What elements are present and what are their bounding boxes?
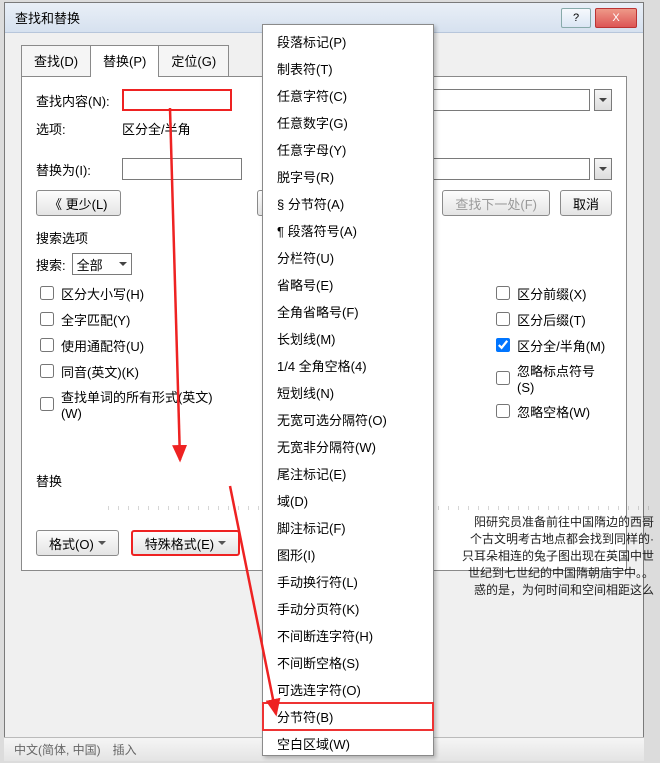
check-right-3[interactable]: 忽略标点符号(S) (492, 361, 612, 395)
menu-item-4[interactable]: 任意字母(Y) (263, 136, 433, 163)
menu-item-2[interactable]: 任意字符(C) (263, 82, 433, 109)
menu-item-1[interactable]: 制表符(T) (263, 55, 433, 82)
right-checks: 区分前缀(X) 区分后缀(T) 区分全/半角(M) 忽略标点符号(S) 忽略空格(W) (492, 283, 612, 421)
chevron-down-icon (119, 262, 127, 270)
menu-item-12[interactable]: 1/4 全角空格(4) (263, 352, 433, 379)
close-button[interactable]: X (595, 8, 637, 28)
menu-item-23[interactable]: 不间断空格(S) (263, 649, 433, 676)
menu-item-16[interactable]: 尾注标记(E) (263, 460, 433, 487)
menu-item-14[interactable]: 无宽可选分隔符(O) (263, 406, 433, 433)
tab-find[interactable]: 查找(D) (21, 45, 91, 76)
less-button[interactable]: 《 更少(L) (36, 190, 121, 216)
menu-item-0[interactable]: 段落标记(P) (263, 28, 433, 55)
replace-input[interactable] (426, 158, 590, 180)
find-history-drop[interactable] (594, 89, 612, 111)
tab-goto[interactable]: 定位(G) (158, 45, 229, 76)
options-value: 区分全/半角 (122, 119, 191, 138)
options-label: 选项: (36, 119, 116, 138)
left-checks: 区分大小写(H) 全字匹配(Y) 使用通配符(U) 同音(英文)(K) 查找单词的所有形… (36, 283, 233, 421)
check-right-0[interactable]: 区分前缀(X) (492, 283, 612, 303)
find-input-ext[interactable] (426, 89, 590, 111)
format-button[interactable]: 格式(O) (36, 530, 119, 556)
menu-item-20[interactable]: 手动换行符(L) (263, 568, 433, 595)
find-input[interactable] (122, 89, 232, 111)
check-right-1[interactable]: 区分后缀(T) (492, 309, 612, 329)
search-direction-value: 全部 (77, 255, 103, 274)
search-direction-select[interactable]: 全部 (72, 253, 132, 275)
find-label: 查找内容(N): (36, 91, 116, 110)
menu-item-25[interactable]: 分节符(B) (263, 703, 433, 730)
menu-item-18[interactable]: 脚注标记(F) (263, 514, 433, 541)
replace-history-drop[interactable] (594, 158, 612, 180)
status-mode: 插入 (113, 741, 137, 758)
menu-item-8[interactable]: 分栏符(U) (263, 244, 433, 271)
check-left-1[interactable]: 全字匹配(Y) (36, 309, 233, 329)
menu-item-24[interactable]: 可选连字符(O) (263, 676, 433, 703)
menu-item-3[interactable]: 任意数字(G) (263, 109, 433, 136)
menu-item-5[interactable]: 脱字号(R) (263, 163, 433, 190)
window-controls: ? X (561, 8, 637, 28)
check-left-3[interactable]: 同音(英文)(K) (36, 361, 233, 381)
chevron-down-icon (98, 541, 106, 549)
tab-replace[interactable]: 替换(P) (90, 45, 159, 76)
menu-item-9[interactable]: 省略号(E) (263, 271, 433, 298)
check-left-2[interactable]: 使用通配符(U) (36, 335, 233, 355)
check-left-4[interactable]: 查找单词的所有形式(英文)(W) (36, 387, 233, 421)
menu-item-13[interactable]: 短划线(N) (263, 379, 433, 406)
menu-item-10[interactable]: 全角省略号(F) (263, 298, 433, 325)
check-left-0[interactable]: 区分大小写(H) (36, 283, 233, 303)
help-button[interactable]: ? (561, 8, 591, 28)
replace-label: 替换为(I): (36, 160, 116, 179)
replace-input-a[interactable] (122, 158, 242, 180)
find-next-button[interactable]: 查找下一处(F) (442, 190, 550, 216)
menu-item-6[interactable]: § 分节符(A) (263, 190, 433, 217)
menu-item-7[interactable]: ¶ 段落符号(A) (263, 217, 433, 244)
format-button-label: 格式(O) (49, 534, 94, 553)
status-language: 中文(简体, 中国) (14, 741, 101, 758)
menu-item-11[interactable]: 长划线(M) (263, 325, 433, 352)
title-text: 查找和替换 (15, 8, 80, 27)
check-right-4[interactable]: 忽略空格(W) (492, 401, 612, 421)
menu-item-26[interactable]: 空白区域(W) (263, 730, 433, 757)
menu-item-21[interactable]: 手动分页符(K) (263, 595, 433, 622)
menu-item-17[interactable]: 域(D) (263, 487, 433, 514)
check-right-2[interactable]: 区分全/半角(M) (492, 335, 612, 355)
cancel-button[interactable]: 取消 (560, 190, 612, 216)
menu-item-15[interactable]: 无宽非分隔符(W) (263, 433, 433, 460)
special-format-menu[interactable]: 段落标记(P)制表符(T)任意字符(C)任意数字(G)任意字母(Y)脱字号(R)… (262, 24, 434, 756)
search-direction-label: 搜索: (36, 255, 66, 274)
menu-item-19[interactable]: 图形(I) (263, 541, 433, 568)
menu-item-22[interactable]: 不间断连字符(H) (263, 622, 433, 649)
